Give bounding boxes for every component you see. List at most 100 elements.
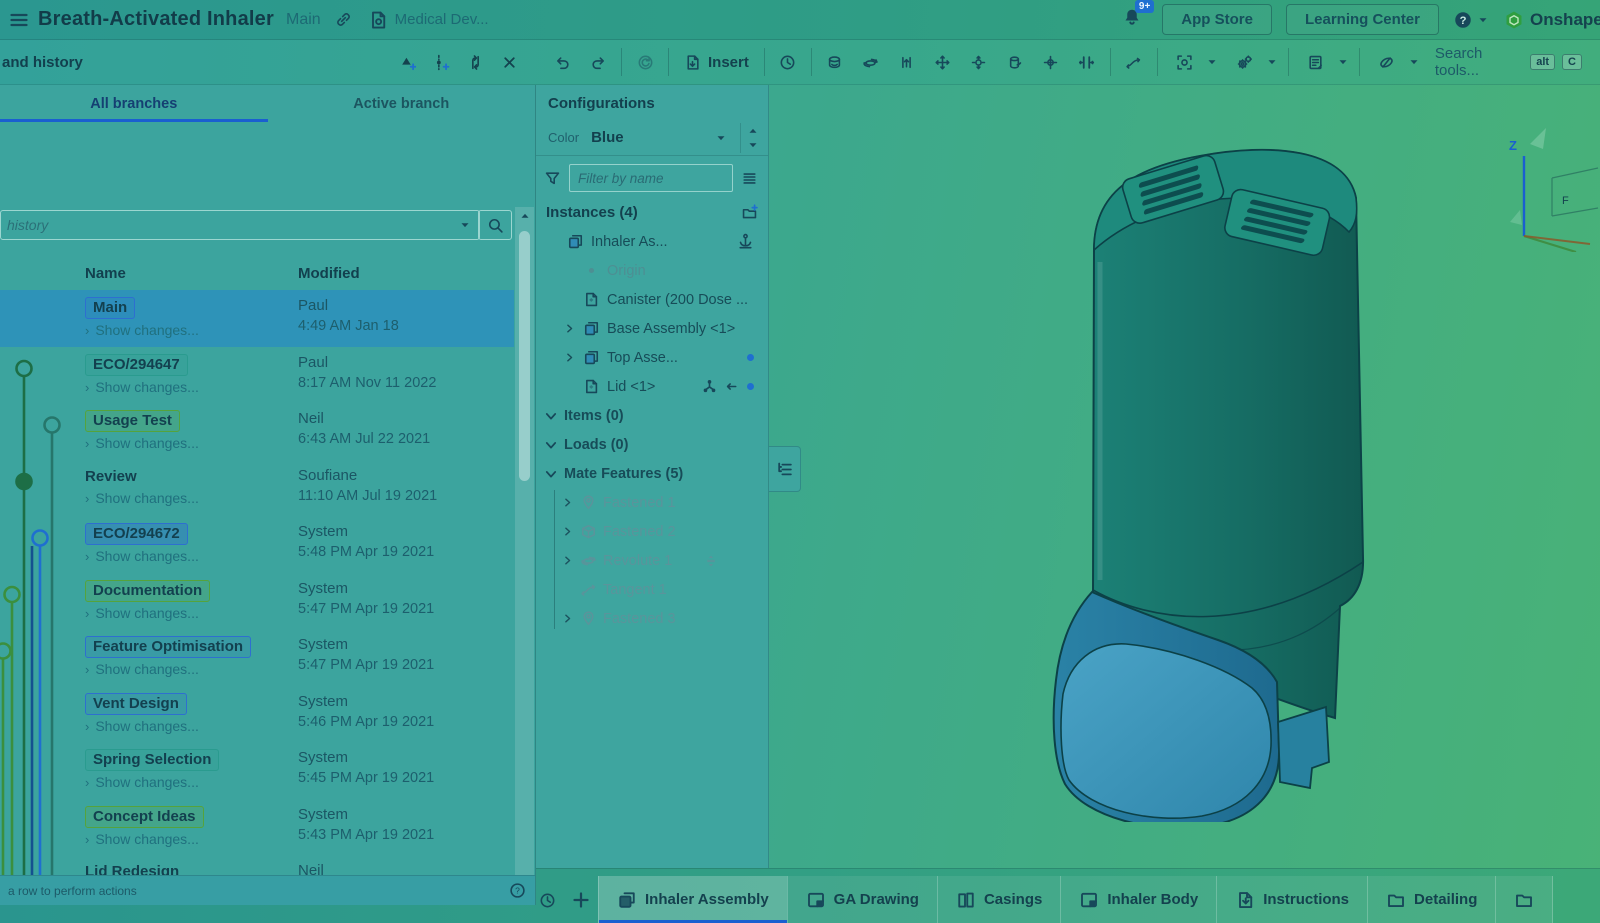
- bom-table-button[interactable]: [1294, 45, 1354, 79]
- tree-item-lid-1[interactable]: Lid <1>: [536, 372, 768, 401]
- branch-name-badge[interactable]: Vent Design: [85, 693, 187, 715]
- doc-tab-casings[interactable]: Casings: [937, 876, 1060, 923]
- history-row[interactable]: Concept Ideas›Show changes...System5:43 …: [0, 799, 514, 856]
- help-menu[interactable]: ?: [1453, 10, 1490, 30]
- show-changes-link[interactable]: ›Show changes...: [85, 718, 298, 734]
- create-branch-icon[interactable]: [424, 45, 458, 79]
- gears-tool[interactable]: [1227, 45, 1263, 79]
- filter-funnel-icon[interactable]: [544, 170, 561, 187]
- doc-tab-inhaler-assembly[interactable]: Inhaler Assembly: [598, 876, 787, 923]
- gears-button[interactable]: [1223, 45, 1283, 79]
- history-row[interactable]: Documentation›Show changes...System5:47 …: [0, 573, 514, 630]
- doc-tab-instructions[interactable]: Instructions: [1216, 876, 1367, 923]
- branch-name-badge[interactable]: ECO/294672: [85, 523, 188, 545]
- doc-tab-inhaler-body[interactable]: Inhaler Body: [1060, 876, 1216, 923]
- mate-parallel-button[interactable]: [1069, 45, 1105, 79]
- tree-item-canister-200-dose[interactable]: Canister (200 Dose ...: [536, 285, 768, 314]
- tree-item-top-asse[interactable]: Top Asse...: [536, 343, 768, 372]
- mate-fastened-button[interactable]: [817, 45, 853, 79]
- inhaler-model[interactable]: [1030, 122, 1450, 822]
- explode-view-tool[interactable]: [1167, 45, 1203, 79]
- branch-name-badge[interactable]: Concept Ideas: [85, 806, 204, 828]
- mate-fastened-3[interactable]: Fastened 3: [554, 604, 768, 633]
- view-triad[interactable]: Z F: [1490, 112, 1600, 252]
- menu-icon[interactable]: [0, 10, 38, 30]
- refresh-button[interactable]: [627, 45, 663, 79]
- mate-tangent-button[interactable]: [1116, 45, 1152, 79]
- expand-chevron-icon[interactable]: [560, 526, 574, 537]
- mate-fastened-1[interactable]: Fastened 1: [554, 488, 768, 517]
- history-row[interactable]: ECO/294647›Show changes...Paul8:17 AM No…: [0, 347, 514, 404]
- add-tab-button[interactable]: [564, 877, 598, 923]
- list-view-icon[interactable]: [741, 170, 758, 187]
- tree-item-origin[interactable]: Origin: [536, 256, 768, 285]
- filter-input[interactable]: [569, 164, 733, 192]
- history-row[interactable]: Feature Optimisation›Show changes...Syst…: [0, 629, 514, 686]
- doc-tab-partial[interactable]: [1495, 876, 1553, 923]
- show-changes-link[interactable]: ›Show changes...: [85, 661, 298, 677]
- mate-tangent-1[interactable]: Tangent 1: [554, 575, 768, 604]
- show-changes-link[interactable]: ›Show changes...: [85, 322, 298, 338]
- collapse-chevron-icon[interactable]: [544, 467, 558, 481]
- section-view-tool[interactable]: [1369, 45, 1405, 79]
- mate-planar-button[interactable]: [925, 45, 961, 79]
- insert-instance-icon[interactable]: [741, 204, 758, 221]
- search-tools-field[interactable]: Search tools... alt C: [1425, 39, 1592, 85]
- app-store-button[interactable]: App Store: [1162, 4, 1272, 35]
- show-changes-link[interactable]: ›Show changes...: [85, 831, 298, 847]
- help-circle-icon[interactable]: ?: [509, 882, 526, 899]
- mate-revolute-1[interactable]: Revolute 1: [554, 546, 768, 575]
- branch-name-badge[interactable]: Feature Optimisation: [85, 636, 251, 658]
- expand-chevron-icon[interactable]: [560, 613, 574, 624]
- mate-fastened-2[interactable]: Fastened 2: [554, 517, 768, 546]
- structure-panel-tab[interactable]: [768, 446, 801, 492]
- history-row[interactable]: ECO/294672›Show changes...System5:48 PM …: [0, 516, 514, 573]
- tab-all-branches[interactable]: All branches: [0, 85, 268, 122]
- configuration-color-row[interactable]: Color Blue: [536, 120, 768, 156]
- share-link-icon[interactable]: [335, 11, 352, 28]
- branch-name-badge[interactable]: Review: [85, 467, 144, 487]
- mate-ball-button[interactable]: [961, 45, 997, 79]
- collapse-chevron-icon[interactable]: [544, 438, 558, 452]
- learning-center-button[interactable]: Learning Center: [1286, 4, 1439, 35]
- tree-item-inhaler-as[interactable]: Inhaler As...: [536, 227, 768, 256]
- insert-button[interactable]: Insert: [674, 45, 759, 79]
- doc-tab-ga-drawing[interactable]: GA Drawing: [787, 876, 937, 923]
- mate-revolute-button[interactable]: [853, 45, 889, 79]
- bom-table-tool[interactable]: [1298, 45, 1334, 79]
- redo-button[interactable]: [580, 45, 616, 79]
- show-changes-link[interactable]: ›Show changes...: [85, 548, 298, 564]
- close-panel-icon[interactable]: [492, 45, 526, 79]
- document-tab-medical-dev[interactable]: Medical Dev...: [368, 10, 489, 30]
- compare-icon[interactable]: [458, 45, 492, 79]
- show-changes-link[interactable]: ›Show changes...: [85, 435, 298, 451]
- branch-name-badge[interactable]: Spring Selection: [85, 749, 219, 771]
- scroll-up-icon[interactable]: [518, 207, 532, 225]
- stepper-down-icon[interactable]: [746, 138, 760, 152]
- history-row[interactable]: Usage Test›Show changes...Neil6:43 AM Ju…: [0, 403, 514, 460]
- branch-name-badge[interactable]: Main: [85, 297, 135, 319]
- section-items-0[interactable]: Items (0): [536, 401, 768, 430]
- history-search-input[interactable]: [0, 210, 480, 240]
- tree-item-base-assembly-1[interactable]: Base Assembly <1>: [536, 314, 768, 343]
- show-changes-link[interactable]: ›Show changes...: [85, 379, 298, 395]
- collapse-chevron-icon[interactable]: [544, 409, 558, 423]
- expand-chevron-icon[interactable]: [562, 352, 576, 363]
- scrollbar-thumb[interactable]: [519, 231, 530, 481]
- notifications-button[interactable]: 9+: [1122, 7, 1142, 32]
- clock-button[interactable]: [770, 45, 806, 79]
- show-changes-link[interactable]: ›Show changes...: [85, 605, 298, 621]
- explode-view-button[interactable]: [1163, 45, 1223, 79]
- mate-pinslot-button[interactable]: [1033, 45, 1069, 79]
- history-row[interactable]: Main›Show changes...Paul4:49 AM Jan 18: [0, 290, 514, 347]
- history-row[interactable]: Vent Design›Show changes...System5:46 PM…: [0, 686, 514, 743]
- search-dropdown-caret-icon[interactable]: [458, 218, 472, 232]
- mate-slider-button[interactable]: [889, 45, 925, 79]
- history-row[interactable]: Review›Show changes...Soufiane11:10 AM J…: [0, 460, 514, 517]
- color-dropdown-caret-icon[interactable]: [714, 131, 728, 145]
- onshape-brand[interactable]: Onshape: [1504, 10, 1600, 30]
- branch-name-badge[interactable]: Usage Test: [85, 410, 180, 432]
- section-mate-features-5[interactable]: Mate Features (5): [536, 459, 768, 488]
- show-changes-link[interactable]: ›Show changes...: [85, 490, 298, 506]
- expand-chevron-icon[interactable]: [560, 497, 574, 508]
